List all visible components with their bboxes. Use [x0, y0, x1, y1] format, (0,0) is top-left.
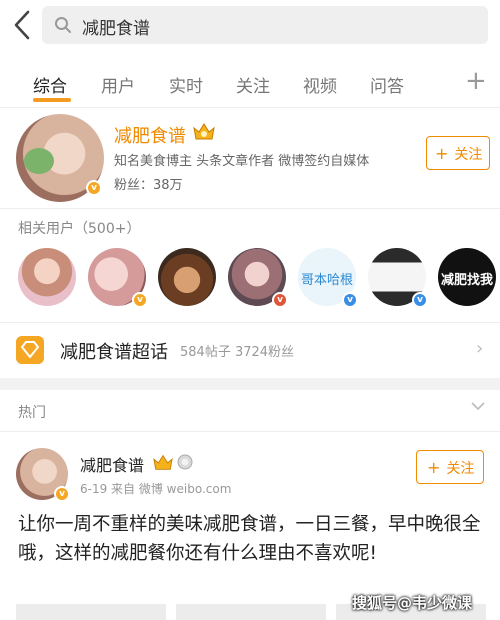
- tab-all[interactable]: 综合: [33, 72, 67, 97]
- post-follow-button[interactable]: + 关注: [416, 450, 484, 484]
- tab-realtime[interactable]: 实时: [169, 72, 203, 97]
- follow-button[interactable]: + 关注: [426, 136, 490, 170]
- supertopic-stats: 584帖子 3724粉丝: [180, 345, 295, 360]
- divider: [0, 322, 500, 323]
- chevron-right-icon: ›: [476, 338, 484, 359]
- vip-crown-icon: [153, 454, 173, 470]
- search-header: 减肥食谱: [0, 0, 500, 52]
- related-user-avatar[interactable]: 哥本哈根 v: [298, 248, 358, 308]
- verified-badge-icon: v: [86, 180, 102, 196]
- hot-section-header: 热门: [0, 392, 500, 432]
- supertopic-icon: [16, 336, 44, 364]
- chevron-down-icon[interactable]: [470, 398, 486, 414]
- plus-icon: +: [435, 144, 449, 163]
- related-user-avatar[interactable]: v: [368, 248, 428, 308]
- svg-text:哥本哈根: 哥本哈根: [301, 273, 353, 288]
- search-icon: [55, 17, 71, 33]
- profile-card[interactable]: v 减肥食谱 知名美食博主 头条文章作者 微博签约自媒体 粉丝：38万 + 关注: [0, 108, 500, 208]
- tab-video[interactable]: 视频: [303, 72, 337, 97]
- supertopic-row[interactable]: 减肥食谱超话 584帖子 3724粉丝 ›: [0, 328, 500, 370]
- watermark: 搜狐号@韦少微课: [352, 594, 473, 612]
- post-image[interactable]: [176, 604, 326, 620]
- section-gap: [0, 378, 500, 390]
- follow-label: 关注: [446, 461, 475, 477]
- divider: [0, 208, 500, 209]
- related-users-title: 相关用户（500+）: [18, 221, 141, 237]
- related-user-avatar[interactable]: v: [88, 248, 148, 308]
- plus-icon: +: [427, 458, 441, 477]
- profile-name[interactable]: 减肥食谱: [114, 122, 186, 148]
- tab-following[interactable]: 关注: [236, 72, 270, 97]
- hot-label: 热门: [18, 405, 46, 421]
- text-avatar: 减肥找我: [441, 272, 493, 288]
- verified-badge-icon: v: [272, 292, 288, 308]
- back-arrow-icon[interactable]: [10, 8, 34, 42]
- supertopic-name: 减肥食谱超话: [60, 342, 168, 363]
- tab-users[interactable]: 用户: [101, 72, 135, 97]
- search-query: 减肥食谱: [82, 19, 150, 39]
- post-text: 让你一周不重样的美味减肥食谱，一日三餐，早中晚很全哦，这样的减肥餐你还有什么理由…: [18, 514, 481, 564]
- verified-badge-icon: v: [54, 486, 70, 502]
- search-input[interactable]: 减肥食谱: [42, 6, 488, 44]
- related-user-avatar[interactable]: [158, 248, 216, 306]
- add-tab-icon[interactable]: +: [465, 66, 487, 96]
- related-user-avatar[interactable]: 减肥找我: [438, 248, 496, 306]
- post-meta: 6-19 来自 微博 weibo.com: [80, 482, 232, 496]
- verified-badge-icon: v: [412, 292, 428, 308]
- post-image[interactable]: [16, 604, 166, 620]
- post-author-name[interactable]: 减肥食谱: [80, 452, 144, 476]
- related-users-row: v v 哥本哈根 v v 减肥找我: [0, 248, 500, 314]
- follow-label: 关注: [454, 147, 483, 163]
- svg-text:减肥找我: 减肥找我: [441, 272, 493, 288]
- profile-fans-count: 粉丝：38万: [114, 178, 183, 193]
- vip-crown-icon: [193, 123, 215, 140]
- search-tabs: 综合 用户 实时 关注 视频 问答 +: [0, 56, 500, 108]
- tab-qa[interactable]: 问答: [370, 72, 404, 97]
- verified-badge-icon: v: [132, 292, 148, 308]
- medal-icon: [177, 454, 193, 470]
- profile-description: 知名美食博主 头条文章作者 微博签约自媒体: [114, 154, 370, 169]
- verified-badge-icon: v: [342, 292, 358, 308]
- active-tab-indicator: [33, 98, 71, 102]
- related-user-avatar[interactable]: [18, 248, 76, 306]
- related-user-avatar[interactable]: v: [228, 248, 288, 308]
